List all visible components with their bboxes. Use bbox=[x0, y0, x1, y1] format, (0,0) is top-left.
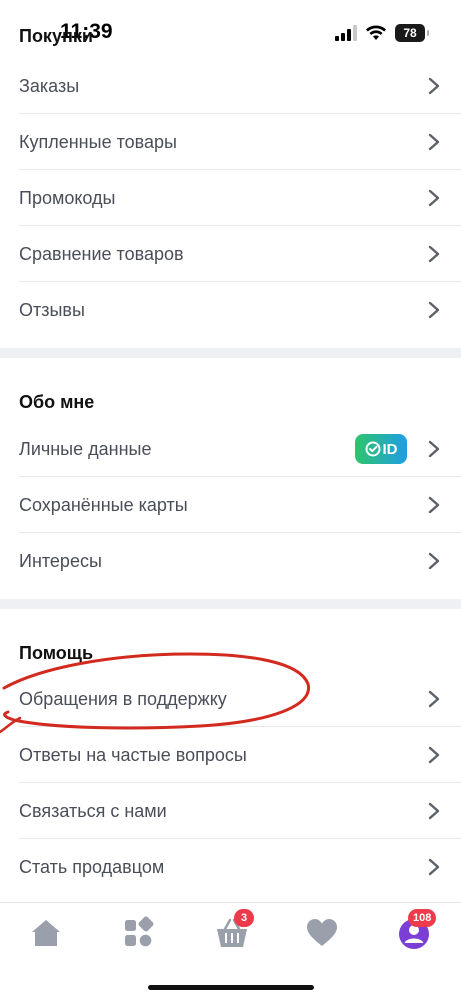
home-indicator bbox=[148, 985, 314, 990]
sber-id-badge: ID bbox=[355, 434, 407, 464]
menu-item-saved-cards[interactable]: Сохранённые карты bbox=[0, 477, 461, 533]
section-title-about: Обо мне bbox=[19, 392, 95, 412]
check-circle-icon bbox=[365, 441, 380, 457]
chevron-right-icon bbox=[428, 552, 440, 570]
status-icons: 78 bbox=[335, 24, 429, 42]
chevron-right-icon bbox=[428, 301, 440, 319]
cart-count-badge: 3 bbox=[234, 909, 254, 927]
menu-item-personal-data[interactable]: Личные данные ID bbox=[0, 421, 461, 477]
chevron-right-icon bbox=[428, 189, 440, 207]
chevron-right-icon bbox=[428, 690, 440, 708]
section-title-purchases: Покупки bbox=[19, 26, 93, 46]
menu-item-support-requests[interactable]: Обращения в поддержку bbox=[0, 671, 461, 727]
chevron-right-icon bbox=[428, 746, 440, 764]
menu-item-become-seller[interactable]: Стать продавцом bbox=[0, 839, 461, 895]
chevron-right-icon bbox=[428, 77, 440, 95]
profile-notifications-badge: 108 bbox=[408, 909, 437, 927]
section-title-help: Помощь bbox=[19, 643, 94, 663]
tab-catalog[interactable] bbox=[120, 915, 156, 951]
menu-item-label: Сравнение товаров bbox=[19, 243, 184, 264]
wifi-icon bbox=[366, 25, 386, 40]
menu-item-label: Обращения в поддержку bbox=[19, 688, 227, 709]
menu-item-label: Сохранённые карты bbox=[19, 494, 188, 515]
heart-icon bbox=[307, 919, 337, 946]
menu-item-label: Интересы bbox=[19, 550, 102, 571]
menu-item-label: Промокоды bbox=[19, 187, 116, 208]
chevron-right-icon bbox=[428, 496, 440, 514]
chevron-right-icon bbox=[428, 858, 440, 876]
battery-indicator: 78 bbox=[395, 24, 429, 42]
chevron-right-icon bbox=[428, 440, 440, 458]
menu-item-label: Заказы bbox=[19, 75, 80, 96]
chevron-right-icon bbox=[428, 245, 440, 263]
menu-item-label: Связаться с нами bbox=[19, 800, 167, 821]
section-separator bbox=[0, 599, 461, 609]
menu-item-label: Купленные товары bbox=[19, 131, 177, 152]
menu-item-contact-us[interactable]: Связаться с нами bbox=[0, 783, 461, 839]
tab-home[interactable] bbox=[28, 915, 64, 951]
chevron-right-icon bbox=[428, 133, 440, 151]
menu-item-compare-goods[interactable]: Сравнение товаров bbox=[0, 226, 461, 282]
menu-item-label: Стать продавцом bbox=[19, 856, 165, 877]
chevron-right-icon bbox=[428, 802, 440, 820]
menu-item-promocodes[interactable]: Промокоды bbox=[0, 170, 461, 226]
home-icon bbox=[32, 920, 60, 946]
menu-item-label: Ответы на частые вопросы bbox=[19, 744, 247, 765]
menu-item-label: Личные данные bbox=[19, 438, 152, 459]
menu-item-reviews[interactable]: Отзывы bbox=[0, 282, 461, 338]
battery-level: 78 bbox=[403, 26, 417, 40]
tab-profile[interactable]: 108 bbox=[396, 909, 437, 951]
menu-item-purchased-goods[interactable]: Купленные товары bbox=[0, 114, 461, 170]
menu-item-label: Отзывы bbox=[19, 299, 85, 320]
id-badge-label: ID bbox=[382, 440, 398, 458]
cellular-signal-icon bbox=[335, 25, 357, 41]
section-separator bbox=[0, 348, 461, 358]
menu-item-interests[interactable]: Интересы bbox=[0, 533, 461, 589]
catalog-grid-icon bbox=[125, 916, 154, 947]
menu-item-faq[interactable]: Ответы на частые вопросы bbox=[0, 727, 461, 783]
tab-cart[interactable]: 3 bbox=[214, 909, 254, 951]
menu-item-orders[interactable]: Заказы bbox=[0, 58, 461, 114]
tab-favorites[interactable] bbox=[304, 915, 340, 951]
